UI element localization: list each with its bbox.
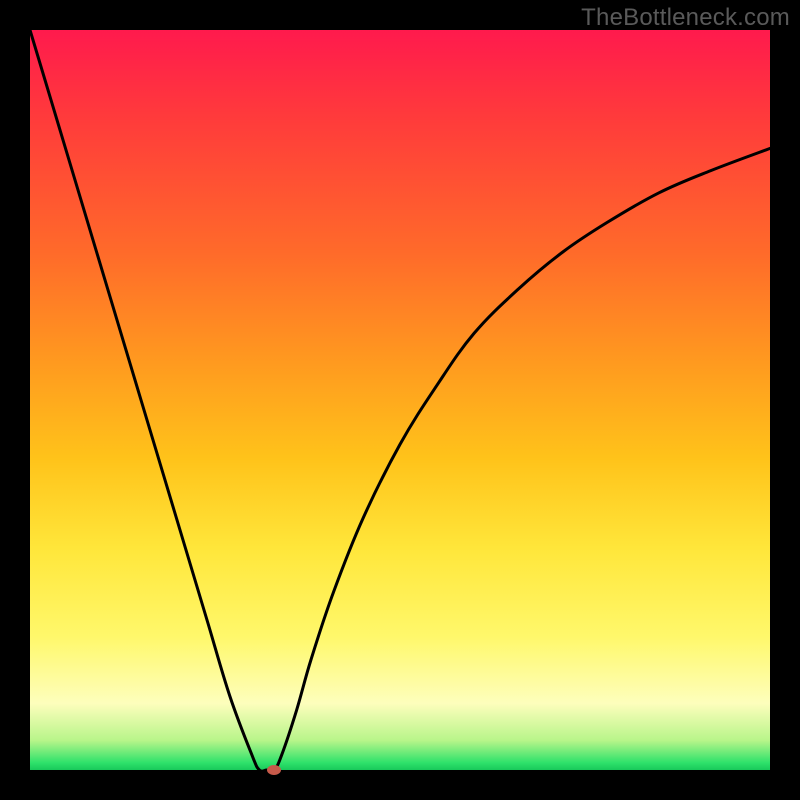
watermark-text: TheBottleneck.com <box>581 4 790 32</box>
bottleneck-curve-path <box>30 30 770 770</box>
bottleneck-curve-svg <box>30 30 770 770</box>
chart-area <box>30 30 770 770</box>
optimal-point-marker <box>267 765 281 775</box>
